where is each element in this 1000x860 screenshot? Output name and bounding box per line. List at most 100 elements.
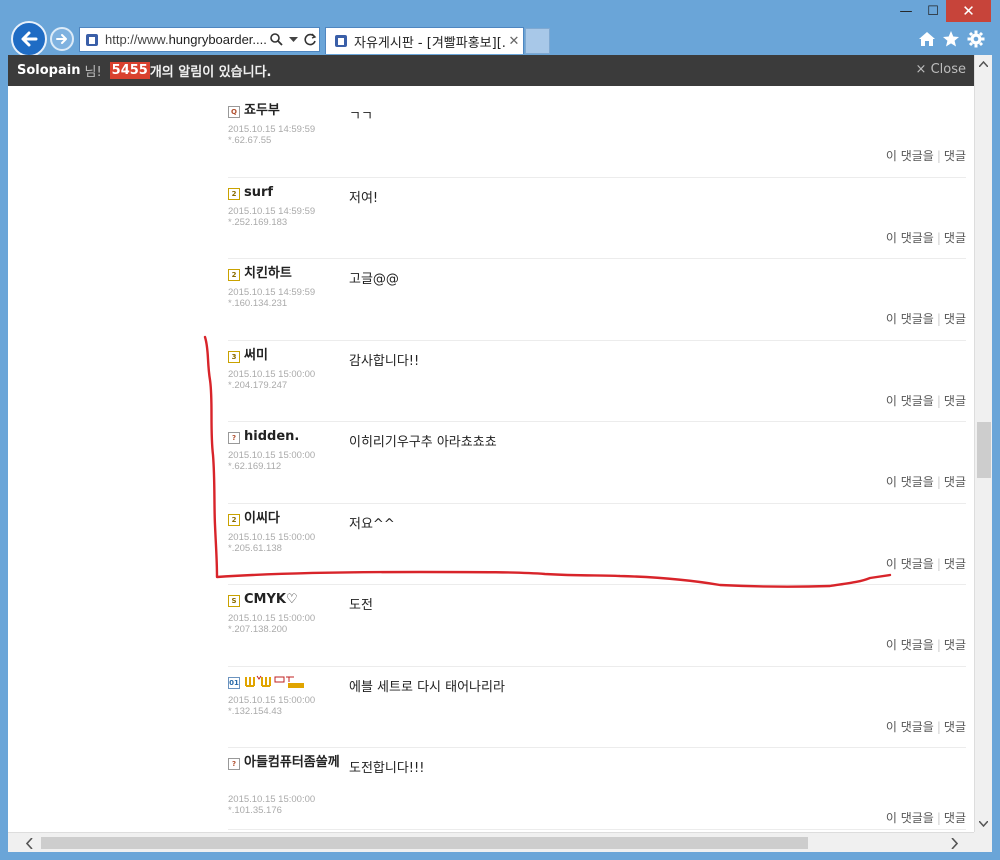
comment-nickname[interactable]: surf (244, 185, 273, 200)
notification-username: Solopain (17, 63, 81, 78)
reply-to-comment-link[interactable]: 이 댓글을 (886, 557, 934, 571)
reply-link[interactable]: 댓글 (944, 312, 966, 326)
notification-count-badge[interactable]: 5455 (109, 62, 150, 79)
reply-to-comment-link[interactable]: 이 댓글을 (886, 149, 934, 163)
address-dropdown-button[interactable] (285, 29, 302, 51)
reply-link[interactable]: 댓글 (944, 811, 966, 825)
home-icon (919, 32, 935, 46)
new-tab-button[interactable] (525, 28, 550, 54)
level-icon: 01 (228, 676, 240, 689)
comment-nickname[interactable]: 치킨하트 (244, 266, 292, 281)
reply-link[interactable]: 댓글 (944, 557, 966, 571)
horizontal-scroll-thumb[interactable] (41, 837, 808, 849)
comment-nickname[interactable]: 써미 (244, 348, 268, 363)
home-button[interactable] (916, 28, 938, 50)
comment-nickname-image[interactable] (244, 674, 306, 694)
comment-actions: 이 댓글을 | 댓글 (885, 638, 966, 652)
reply-to-comment-link[interactable]: 이 댓글을 (886, 394, 934, 408)
comment-date: 2015.10.15 14:59:59 (228, 287, 316, 298)
comment-item: 2 이씨다 2015.10.15 15:00:00 *.205.61.138 저… (228, 504, 966, 585)
comment-date: 2015.10.15 15:00:00 (228, 794, 316, 805)
search-icon (270, 33, 283, 46)
comment-nickname[interactable]: 죠두부 (244, 103, 280, 118)
reply-link[interactable]: 댓글 (944, 475, 966, 489)
reply-link[interactable]: 댓글 (944, 394, 966, 408)
level-icon: 2 (228, 187, 240, 200)
tab-title: 자유게시판 - [겨빨파홍보][... (354, 35, 505, 51)
reply-to-comment-link[interactable]: 이 댓글을 (886, 475, 934, 489)
horizontal-scrollbar[interactable] (8, 832, 974, 852)
tab-close-button[interactable]: ✕ (505, 34, 523, 49)
reply-to-comment-link[interactable]: 이 댓글을 (886, 720, 934, 734)
browser-title-bar: http://www.hungryboarder.... 자유게시판 - [겨빨… (0, 0, 1000, 57)
comment-item: ? 아들컴퓨터좀쓸께 2015.10.15 15:00:00 *.101.35.… (228, 748, 966, 830)
scroll-left-button[interactable] (20, 833, 38, 853)
comment-actions: 이 댓글을 | 댓글 (885, 393, 966, 408)
comment-actions: 이 댓글을 | 댓글 (885, 811, 966, 825)
reply-to-comment-link[interactable]: 이 댓글을 (886, 811, 934, 825)
scroll-right-button[interactable] (945, 833, 963, 853)
favorites-button[interactable] (940, 28, 962, 50)
comment-nickname[interactable]: CMYK♡ (244, 592, 298, 607)
settings-button[interactable] (965, 28, 987, 50)
page-viewport: Q 죠두부 2015.10.15 14:59:59 *.62.67.55 ㄱㄱ … (8, 86, 974, 832)
back-arrow-icon (21, 31, 38, 47)
refresh-button[interactable] (302, 29, 319, 51)
scroll-down-button[interactable] (975, 815, 992, 832)
comment-item: 01 2015.10.15 15:00:00 *.132.154.43 에블 세… (228, 667, 966, 748)
forward-arrow-icon (56, 34, 67, 44)
reply-to-comment-link[interactable]: 이 댓글을 (886, 312, 934, 326)
reply-to-comment-link[interactable]: 이 댓글을 (886, 231, 934, 245)
site-favicon-icon (86, 33, 98, 46)
comment-nickname[interactable]: 이씨다 (244, 511, 280, 526)
reply-link[interactable]: 댓글 (944, 638, 966, 652)
comment-ip: *.101.35.176 (228, 805, 282, 816)
comment-actions: 이 댓글을 | 댓글 (885, 230, 966, 245)
dropdown-icon (289, 36, 298, 42)
reply-to-comment-link[interactable]: 이 댓글을 (886, 638, 934, 652)
tab-active[interactable]: 자유게시판 - [겨빨파홍보][... ✕ (325, 27, 524, 54)
reply-link[interactable]: 댓글 (944, 720, 966, 734)
comment-item: 2 surf 2015.10.15 14:59:59 *.252.169.183… (228, 178, 966, 259)
comment-body: 고글@@ (349, 272, 399, 287)
reply-link[interactable]: 댓글 (944, 231, 966, 245)
comment-actions: 이 댓글을 | 댓글 (885, 149, 966, 163)
comment-nickname[interactable]: hidden. (244, 429, 299, 444)
comment-date: 2015.10.15 15:00:00 (228, 694, 316, 706)
gear-icon (967, 30, 985, 48)
comment-body: 에블 세트로 다시 태어나리라 (349, 679, 505, 695)
comment-ip: *.204.179.247 (228, 379, 288, 391)
reply-link[interactable]: 댓글 (944, 149, 966, 163)
level-icon: Q (228, 106, 240, 118)
comment-ip: *.132.154.43 (228, 705, 282, 717)
address-url[interactable]: http://www.hungryboarder.... (105, 32, 268, 47)
window-close-button[interactable]: ✕ (946, 0, 991, 22)
notification-bar: Solopain 님! 5455 개의 알림이 있습니다. × Close (8, 55, 974, 86)
comment-ip: *.207.138.200 (228, 624, 288, 635)
comment-nickname[interactable]: 아들컴퓨터좀쓸께 (244, 755, 340, 770)
comment-actions: 이 댓글을 | 댓글 (885, 556, 966, 571)
chevron-down-icon (979, 820, 988, 827)
comment-body: 저여! (349, 190, 379, 206)
comment-body: 감사합니다!! (349, 353, 420, 369)
minimize-button[interactable]: — (893, 0, 919, 22)
level-icon: 2 (228, 513, 240, 526)
vertical-scrollbar[interactable] (974, 55, 992, 832)
back-button[interactable] (11, 21, 47, 57)
maximize-button[interactable]: ☐ (920, 0, 946, 22)
comment-date: 2015.10.15 15:00:00 (228, 613, 316, 624)
notification-close-button[interactable]: × Close (916, 62, 966, 77)
chevron-right-icon (950, 837, 958, 849)
comment-item: Q 죠두부 2015.10.15 14:59:59 *.62.67.55 ㄱㄱ … (228, 96, 966, 178)
comment-item: S CMYK♡ 2015.10.15 15:00:00 *.207.138.20… (228, 585, 966, 667)
comment-ip: *.160.134.231 (228, 298, 288, 309)
comment-ip: *.252.169.183 (228, 216, 288, 228)
address-bar[interactable]: http://www.hungryboarder.... (79, 27, 320, 52)
scroll-up-button[interactable] (975, 55, 992, 72)
level-icon: 2 (228, 269, 240, 281)
comment-date: 2015.10.15 15:00:00 (228, 368, 316, 380)
search-button[interactable] (268, 29, 285, 51)
vertical-scroll-thumb[interactable] (977, 422, 991, 478)
chevron-left-icon (25, 837, 33, 849)
forward-button[interactable] (50, 27, 74, 51)
